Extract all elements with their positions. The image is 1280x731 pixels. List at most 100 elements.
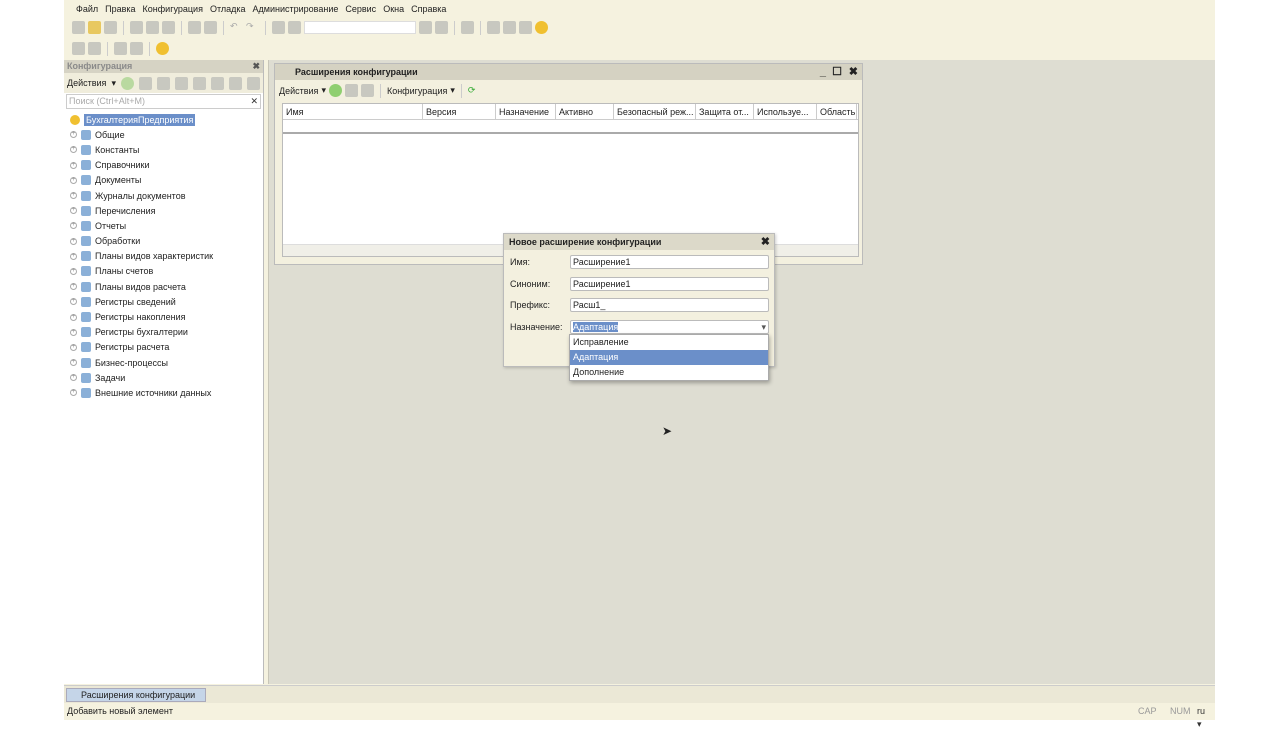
column-header[interactable]: Безопасный реж... xyxy=(614,104,696,119)
tree-root[interactable]: БухгалтерияПредприятия xyxy=(64,112,263,127)
compare-icon[interactable] xyxy=(88,42,101,55)
column-header[interactable]: Активно xyxy=(556,104,614,119)
close-icon[interactable]: ✖ xyxy=(252,60,260,73)
expand-icon[interactable]: + xyxy=(70,267,77,275)
copy-icon[interactable] xyxy=(156,76,170,90)
save-icon[interactable] xyxy=(104,21,117,34)
column-header[interactable]: Используе... xyxy=(754,104,817,119)
zoom-icon[interactable] xyxy=(288,21,301,34)
preview-icon[interactable] xyxy=(204,21,217,34)
search-combo[interactable] xyxy=(304,21,416,34)
menu-item[interactable]: Администрирование xyxy=(253,4,339,14)
find-icon[interactable] xyxy=(272,21,285,34)
paste-icon[interactable] xyxy=(162,21,175,34)
expand-icon[interactable]: + xyxy=(70,146,77,154)
redo-icon[interactable]: ↷ xyxy=(246,21,259,34)
expand-icon[interactable]: + xyxy=(70,222,77,230)
menu-item[interactable]: Сервис xyxy=(345,4,376,14)
tree-node[interactable]: + Бизнес-процессы xyxy=(64,355,263,370)
expand-icon[interactable]: + xyxy=(70,207,77,215)
expand-icon[interactable]: + xyxy=(70,374,77,382)
reference-icon[interactable] xyxy=(519,21,532,34)
dropdown-option[interactable]: Исправление xyxy=(570,335,768,350)
menu-item[interactable]: Справка xyxy=(411,4,446,14)
menu-item[interactable]: Окна xyxy=(383,4,404,14)
tree-node[interactable]: + Документы xyxy=(64,173,263,188)
down-icon[interactable] xyxy=(210,76,224,90)
field-input[interactable]: Расш1_ xyxy=(570,298,769,312)
field-input[interactable]: Расширение1 xyxy=(570,255,769,269)
menu-item[interactable]: Правка xyxy=(105,4,135,14)
dropdown-option[interactable]: Адаптация xyxy=(570,350,768,365)
column-header[interactable]: Имя xyxy=(283,104,423,119)
column-header[interactable]: Версия xyxy=(423,104,496,119)
close-icon[interactable]: ✖ xyxy=(849,64,858,80)
tree-node[interactable]: + Регистры сведений xyxy=(64,294,263,309)
cut-icon[interactable] xyxy=(130,21,143,34)
expand-icon[interactable]: + xyxy=(70,313,77,321)
add-icon[interactable] xyxy=(328,84,342,97)
expand-icon[interactable]: + xyxy=(70,328,77,336)
copy-icon[interactable] xyxy=(146,21,159,34)
expand-icon[interactable]: + xyxy=(70,389,77,397)
table-row[interactable] xyxy=(283,120,858,134)
column-header[interactable]: Область ... xyxy=(817,104,857,119)
tree-node[interactable]: + Регистры накопления xyxy=(64,309,263,324)
tree-node[interactable]: + Планы видов расчета xyxy=(64,279,263,294)
expand-icon[interactable]: + xyxy=(70,343,77,351)
windows-icon[interactable] xyxy=(461,21,474,34)
menu-item[interactable]: Отладка xyxy=(210,4,246,14)
tree-node[interactable]: + Задачи xyxy=(64,370,263,385)
config-menu[interactable]: Конфигурация xyxy=(387,86,447,96)
info-icon[interactable] xyxy=(535,21,548,34)
expand-icon[interactable]: + xyxy=(70,359,77,367)
expand-icon[interactable]: + xyxy=(70,192,77,200)
sort-icon[interactable] xyxy=(228,76,242,90)
close-icon[interactable]: ✖ xyxy=(761,234,770,250)
expand-icon[interactable]: + xyxy=(70,176,77,184)
print-icon[interactable] xyxy=(188,21,201,34)
tree-node[interactable]: + Планы видов характеристик xyxy=(64,249,263,264)
tree-node[interactable]: + Внешние источники данных xyxy=(64,385,263,400)
expand-icon[interactable]: + xyxy=(70,131,77,139)
column-header[interactable]: Защита от... xyxy=(696,104,754,119)
filter-icon[interactable] xyxy=(246,76,260,90)
expand-icon[interactable]: + xyxy=(70,283,77,291)
find-next-icon[interactable] xyxy=(419,21,432,34)
tree-node[interactable]: + Планы счетов xyxy=(64,264,263,279)
menu-item[interactable]: Конфигурация xyxy=(143,4,203,14)
purpose-select[interactable]: Адаптация ▾ xyxy=(570,319,769,334)
expand-icon[interactable]: + xyxy=(70,298,77,306)
edit-icon[interactable] xyxy=(138,76,152,90)
tree-node[interactable]: + Перечисления xyxy=(64,203,263,218)
field-input[interactable]: Расширение1 xyxy=(570,276,769,291)
delete-icon[interactable] xyxy=(360,84,374,97)
db-icon[interactable] xyxy=(114,42,127,55)
layout-icon[interactable] xyxy=(130,42,143,55)
tree-node[interactable]: + Обработки xyxy=(64,234,263,249)
help-icon[interactable] xyxy=(503,21,516,34)
open-icon[interactable] xyxy=(88,21,101,34)
teacher-icon[interactable] xyxy=(487,21,500,34)
delete-icon[interactable] xyxy=(174,76,188,90)
tree-node[interactable]: + Регистры расчета xyxy=(64,340,263,355)
expand-icon[interactable]: + xyxy=(70,252,77,260)
minimize-icon[interactable]: _ xyxy=(820,64,826,80)
actions-menu[interactable]: Действия xyxy=(67,78,106,88)
add-icon[interactable] xyxy=(120,76,134,90)
actions-menu[interactable]: Действия xyxy=(279,86,318,96)
edit-icon[interactable] xyxy=(344,84,358,97)
tree-node[interactable]: + Справочники xyxy=(64,158,263,173)
clear-icon[interactable]: ✕ xyxy=(250,95,258,108)
expand-icon[interactable]: + xyxy=(70,161,77,169)
column-header[interactable]: Назначение xyxy=(496,104,556,119)
expand-icon[interactable]: + xyxy=(70,237,77,245)
refresh-icon[interactable]: ⟳ xyxy=(468,85,476,96)
tree-node[interactable]: + Журналы документов xyxy=(64,188,263,203)
config-icon[interactable] xyxy=(72,42,85,55)
dropdown-option[interactable]: Дополнение xyxy=(570,365,768,380)
chevron-down-icon[interactable]: ▾ xyxy=(761,321,766,333)
up-icon[interactable] xyxy=(192,76,206,90)
run-icon[interactable] xyxy=(156,42,169,55)
tree-node[interactable]: + Константы xyxy=(64,142,263,157)
